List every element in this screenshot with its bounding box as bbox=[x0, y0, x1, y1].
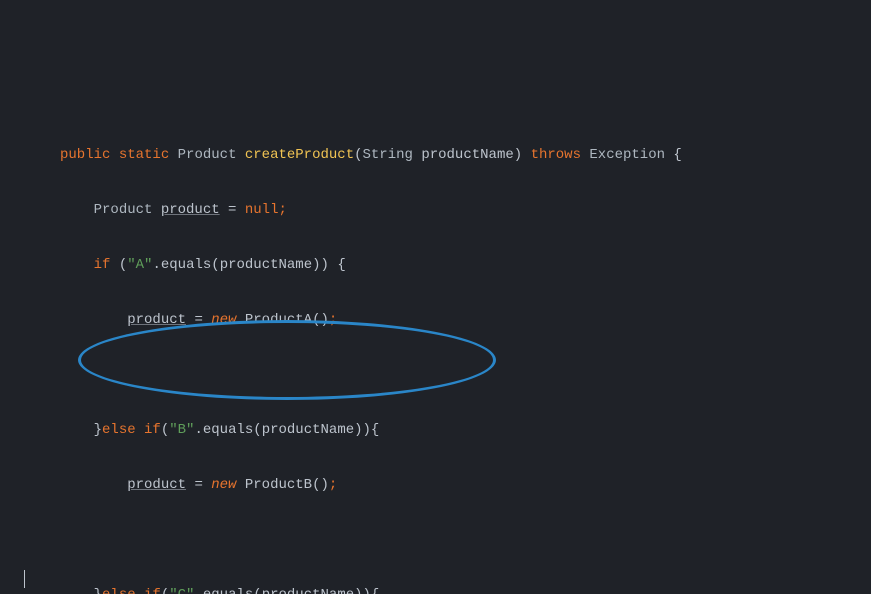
code-line: public static Product createProduct(Stri… bbox=[0, 142, 871, 170]
code-line: Product product = null; bbox=[0, 197, 871, 225]
text-cursor bbox=[24, 570, 25, 588]
code-line: product = new ProductB(); bbox=[0, 472, 871, 500]
code-block: public static Product createProduct(Stri… bbox=[0, 142, 871, 594]
code-line: }else if("C".equals(productName)){ bbox=[0, 582, 871, 594]
code-line: product = new ProductA(); bbox=[0, 307, 871, 335]
code-line: if ("A".equals(productName)) { bbox=[0, 252, 871, 280]
code-line bbox=[0, 362, 871, 390]
editor-gutter bbox=[0, 0, 18, 594]
code-line: }else if("B".equals(productName)){ bbox=[0, 417, 871, 445]
code-editor[interactable]: public static Product createProduct(Stri… bbox=[0, 0, 871, 594]
code-line bbox=[0, 527, 871, 555]
